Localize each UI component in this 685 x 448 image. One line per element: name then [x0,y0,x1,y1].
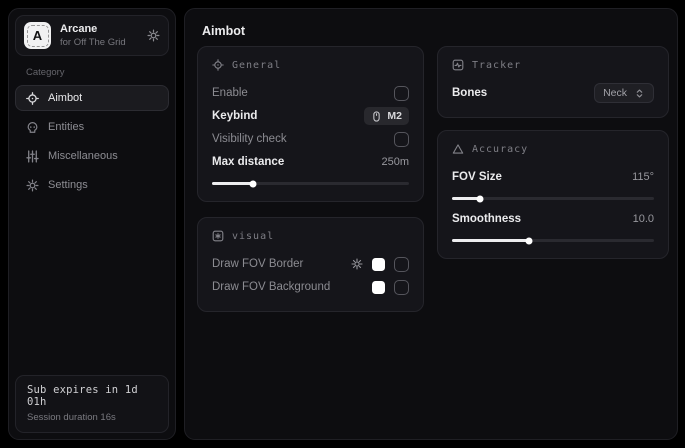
sidebar-item-label: Settings [48,179,88,191]
app-header-card: A Arcane for Off The Grid [15,15,169,56]
session-duration-text: Session duration 16s [27,412,157,423]
visual-icon [212,230,224,242]
sidebar-nav: Aimbot Entities Miscellaneous [9,85,175,198]
draw-fov-background-checkbox[interactable] [394,280,409,295]
max-distance-row: Max distance 250m [212,151,409,173]
slider-thumb[interactable] [477,195,484,202]
slider-fill [212,182,253,185]
main-panel: Aimbot General Enable [184,8,678,440]
mouse-icon [371,111,382,122]
general-card: General Enable Keybind M2 [197,46,424,202]
visibility-check-checkbox[interactable] [394,132,409,147]
subscription-card: Sub expires in 1d 01h Session duration 1… [15,375,169,433]
gear-icon[interactable] [351,258,363,270]
smoothness-row: Smoothness 10.0 [452,208,654,230]
skull-icon [26,121,39,134]
gear-icon[interactable] [147,29,160,42]
visual-header-label: visual [232,231,274,242]
crosshair-icon [26,92,39,105]
sidebar-item-label: Entities [48,121,84,133]
column-right: Tracker Bones Neck [437,46,669,259]
keybind-button[interactable]: M2 [364,107,409,125]
app-window: { "app": { "logo_letter": "A", "name": "… [0,0,685,448]
keybind-value: M2 [387,110,402,122]
app-logo: A [24,22,51,49]
smoothness-label: Smoothness [452,213,521,225]
fov-size-row: FOV Size 115° [452,166,654,188]
visibility-check-row: Visibility check [212,128,409,150]
draw-fov-border-controls [351,257,409,272]
column-left: General Enable Keybind M2 [197,46,424,312]
gear-icon [26,179,39,192]
visual-card: visual Draw FOV Border [197,217,424,312]
sidebar-item-settings[interactable]: Settings [15,172,169,198]
smoothness-slider[interactable] [452,239,654,242]
slider-fill [452,239,529,242]
general-card-header: General [212,59,409,71]
bones-label: Bones [452,87,487,99]
keybind-row: Keybind M2 [212,105,409,127]
sidebar: A Arcane for Off The Grid Category [8,8,176,440]
visibility-check-label: Visibility check [212,133,287,145]
sidebar-item-miscellaneous[interactable]: Miscellaneous [15,143,169,169]
bones-value: Neck [603,87,627,99]
slider-thumb[interactable] [525,237,532,244]
slider-thumb[interactable] [250,180,257,187]
app-logo-letter: A [33,28,42,43]
tracker-card: Tracker Bones Neck [437,46,669,118]
page-title: Aimbot [202,24,245,38]
accuracy-header-label: Accuracy [472,144,528,155]
sidebar-item-label: Aimbot [48,92,82,104]
draw-fov-background-controls [372,280,409,295]
crosshair-icon [212,59,224,71]
max-distance-value: 250m [381,156,409,168]
keybind-label: Keybind [212,110,257,122]
smoothness-value: 10.0 [633,213,654,225]
triangle-icon [452,143,464,155]
chevrons-up-down-icon [634,88,645,99]
fov-border-color-swatch[interactable] [372,258,385,271]
sidebar-item-label: Miscellaneous [48,150,118,162]
bones-row: Bones Neck [452,82,654,104]
tracker-icon [452,59,464,71]
max-distance-slider[interactable] [212,182,409,185]
fov-background-color-swatch[interactable] [372,281,385,294]
fov-size-value: 115° [632,171,654,183]
draw-fov-background-label: Draw FOV Background [212,281,330,293]
sidebar-item-aimbot[interactable]: Aimbot [15,85,169,111]
fov-size-slider[interactable] [452,197,654,200]
draw-fov-border-row: Draw FOV Border [212,253,409,275]
visual-card-header: visual [212,230,409,242]
enable-label: Enable [212,87,248,99]
sub-expires-text: Sub expires in 1d 01h [27,384,157,408]
fov-size-label: FOV Size [452,171,502,183]
app-titles: Arcane for Off The Grid [60,23,126,48]
draw-fov-border-checkbox[interactable] [394,257,409,272]
app-subtitle: for Off The Grid [60,37,126,48]
draw-fov-background-row: Draw FOV Background [212,276,409,298]
accuracy-card: Accuracy FOV Size 115° Smoothness 10.0 [437,130,669,259]
enable-row: Enable [212,82,409,104]
enable-checkbox[interactable] [394,86,409,101]
tracker-card-header: Tracker [452,59,654,71]
bones-select[interactable]: Neck [594,83,654,103]
category-label: Category [26,67,158,78]
accuracy-card-header: Accuracy [452,143,654,155]
app-name: Arcane [60,23,126,35]
sidebar-item-entities[interactable]: Entities [15,114,169,140]
tracker-header-label: Tracker [472,60,521,71]
draw-fov-border-label: Draw FOV Border [212,258,303,270]
general-header-label: General [232,60,281,71]
max-distance-label: Max distance [212,156,284,168]
sliders-icon [26,150,39,163]
